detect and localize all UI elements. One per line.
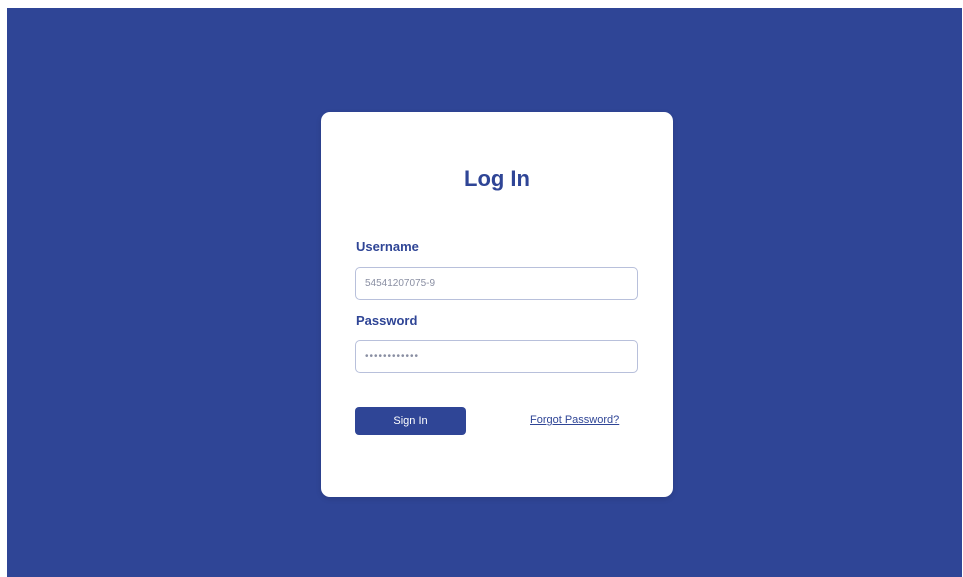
sign-in-button[interactable]: Sign In xyxy=(355,407,466,435)
login-card: Log In Username Password Sign In Forgot … xyxy=(321,112,673,497)
password-label: Password xyxy=(356,313,418,328)
username-label: Username xyxy=(356,239,419,254)
page-background: Log In Username Password Sign In Forgot … xyxy=(7,8,962,577)
password-input[interactable] xyxy=(355,340,638,373)
forgot-password-link[interactable]: Forgot Password? xyxy=(530,414,619,426)
username-input[interactable] xyxy=(355,267,638,300)
page-title: Log In xyxy=(464,166,530,191)
